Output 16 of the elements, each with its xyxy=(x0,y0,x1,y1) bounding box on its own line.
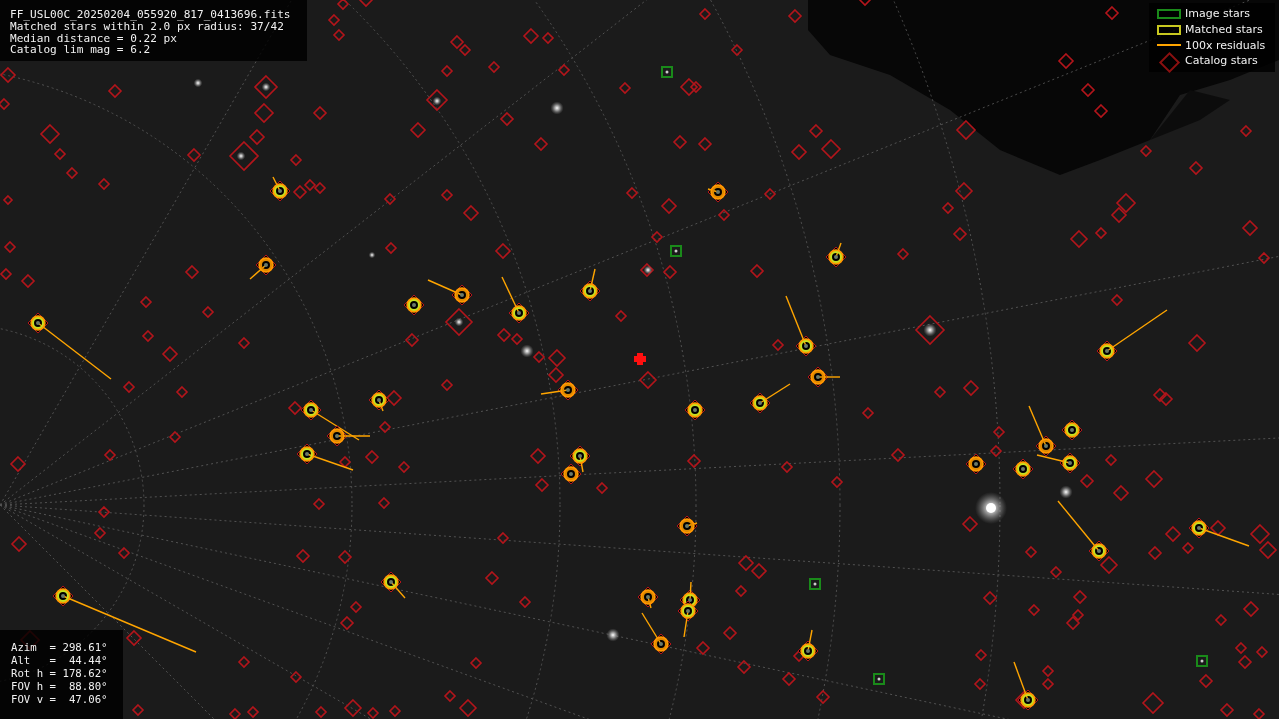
legend-label: 100x residuals xyxy=(1185,38,1266,52)
legend-label: Image stars xyxy=(1185,7,1250,21)
info-text: Matched stars within 2.0 px radius: 37/42 xyxy=(10,20,284,33)
line-icon xyxy=(1157,44,1181,47)
pointing-text: Azim = 298.61° xyxy=(11,641,109,654)
legend-label: Matched stars xyxy=(1185,23,1263,37)
outlined-square-icon xyxy=(1157,8,1181,19)
info-text: Catalog lim mag = 6.2 xyxy=(10,44,152,57)
outlined-square-icon xyxy=(1157,24,1181,35)
legend-label: Catalog stars xyxy=(1185,54,1258,68)
pointing-text: Rot h = 178.62° xyxy=(11,667,109,680)
pointing-text: Alt = 44.44° xyxy=(11,654,109,667)
pointing-text: FOV v = 47.06° xyxy=(11,693,109,706)
info-text: FF_USL00C_20250204_055920_817_0413696.fits xyxy=(10,9,292,21)
info-text: Median distance = 0.22 px xyxy=(10,32,178,45)
pointing-text: FOV h = 88.80° xyxy=(11,680,109,693)
